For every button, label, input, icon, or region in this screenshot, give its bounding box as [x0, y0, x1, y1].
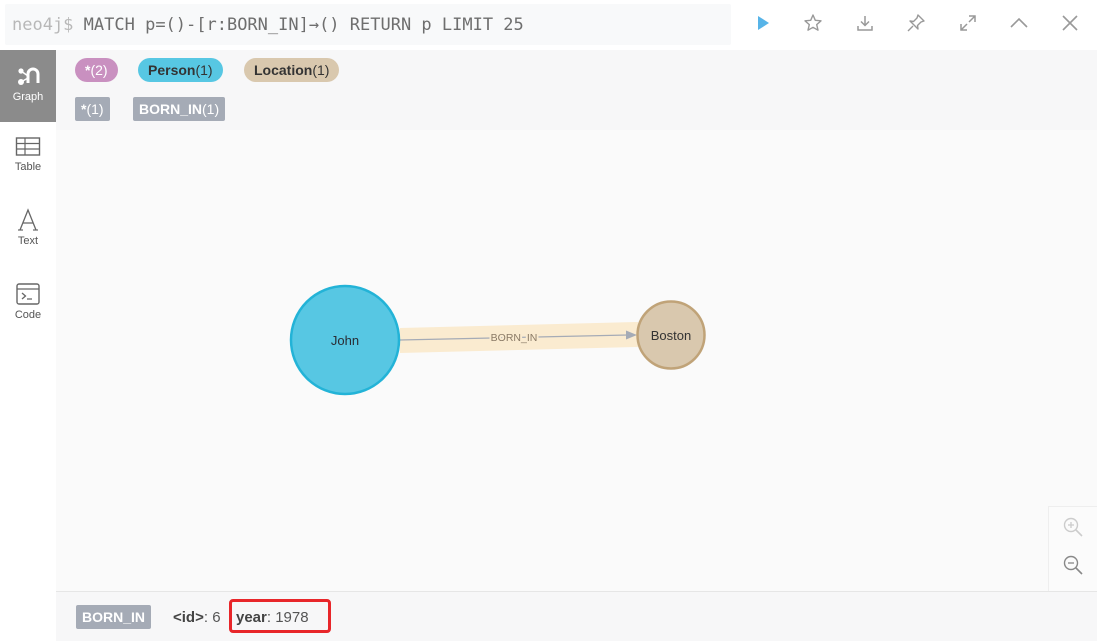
legend-label-location[interactable]: Location(1) [244, 58, 340, 82]
sidebar-item-graph[interactable]: Graph [0, 50, 56, 122]
close-icon[interactable] [1059, 12, 1081, 34]
star-icon[interactable] [802, 12, 824, 34]
node-boston-caption: Boston [651, 328, 691, 343]
zoom-controls [1048, 506, 1097, 592]
legend-label-person-count: (1) [195, 62, 213, 78]
legend-rel-born-in-name: BORN_IN [139, 101, 203, 117]
property-id: <id>: 6 [173, 609, 221, 626]
zoom-out-button[interactable] [1061, 553, 1085, 577]
zoom-in-button[interactable] [1061, 515, 1085, 539]
sidebar-label-text: Text [17, 235, 39, 247]
download-icon[interactable] [854, 12, 876, 34]
query-text[interactable]: neo4j$ MATCH p=()-[r:BORN_IN]→() RETURN … [12, 15, 524, 35]
sidebar-label-graph: Graph [12, 91, 44, 103]
legend-rel-all-count: (1) [86, 101, 104, 117]
legend-label-location-name: Location [254, 62, 313, 78]
sidebar-label-table: Table [14, 161, 42, 173]
legend-label-person[interactable]: Person(1) [138, 58, 223, 82]
inspector-status-bar: BORN_IN <id>: 6 year: 1978 [56, 591, 1097, 641]
view-sidebar: Graph Table Text Code [0, 50, 56, 641]
legend-rel-all[interactable]: *(1) [75, 97, 110, 121]
table-icon [15, 137, 41, 156]
graph-canvas[interactable]: BORN_IN John Boston [56, 130, 1097, 591]
pin-icon[interactable] [905, 12, 927, 34]
legend-label-all-count: (2) [90, 62, 108, 78]
sidebar-label-code: Code [14, 309, 42, 321]
node-john-caption: John [331, 333, 359, 348]
year-highlight-box [229, 599, 331, 633]
code-icon [16, 283, 40, 305]
legend-label-location-count: (1) [312, 62, 330, 78]
graph-legend: *(2) Person(1) Location(1) *(1) BORN_IN(… [56, 50, 1097, 130]
collapse-icon[interactable] [1008, 12, 1030, 34]
property-id-value: : 6 [203, 609, 221, 626]
sidebar-item-code[interactable]: Code [0, 268, 56, 340]
query-bar: neo4j$ MATCH p=()-[r:BORN_IN]→() RETURN … [0, 0, 1097, 50]
legend-rel-born-in-count: (1) [202, 101, 220, 117]
zoom-in-icon [1063, 517, 1083, 537]
status-badge: BORN_IN [76, 605, 152, 629]
query-prompt: neo4j$ [12, 15, 74, 35]
run-icon[interactable] [752, 12, 774, 34]
query-editor[interactable]: neo4j$ MATCH p=()-[r:BORN_IN]→() RETURN … [5, 4, 731, 45]
expand-icon[interactable] [957, 12, 979, 34]
query-statement[interactable]: MATCH p=()-[r:BORN_IN]→() RETURN p LIMIT… [84, 15, 524, 35]
sidebar-item-text[interactable]: Text [0, 194, 56, 266]
legend-rel-born-in[interactable]: BORN_IN(1) [133, 97, 226, 121]
legend-label-person-name: Person [148, 62, 196, 78]
graph-view: *(2) Person(1) Location(1) *(1) BORN_IN(… [56, 50, 1097, 592]
graph-icon [18, 67, 40, 85]
property-id-key: <id> [173, 609, 204, 626]
relationship-caption: BORN_IN [491, 332, 538, 344]
sidebar-item-table[interactable]: Table [0, 122, 56, 194]
text-icon [18, 208, 38, 231]
legend-label-all[interactable]: *(2) [75, 58, 118, 82]
zoom-out-icon [1063, 555, 1083, 575]
